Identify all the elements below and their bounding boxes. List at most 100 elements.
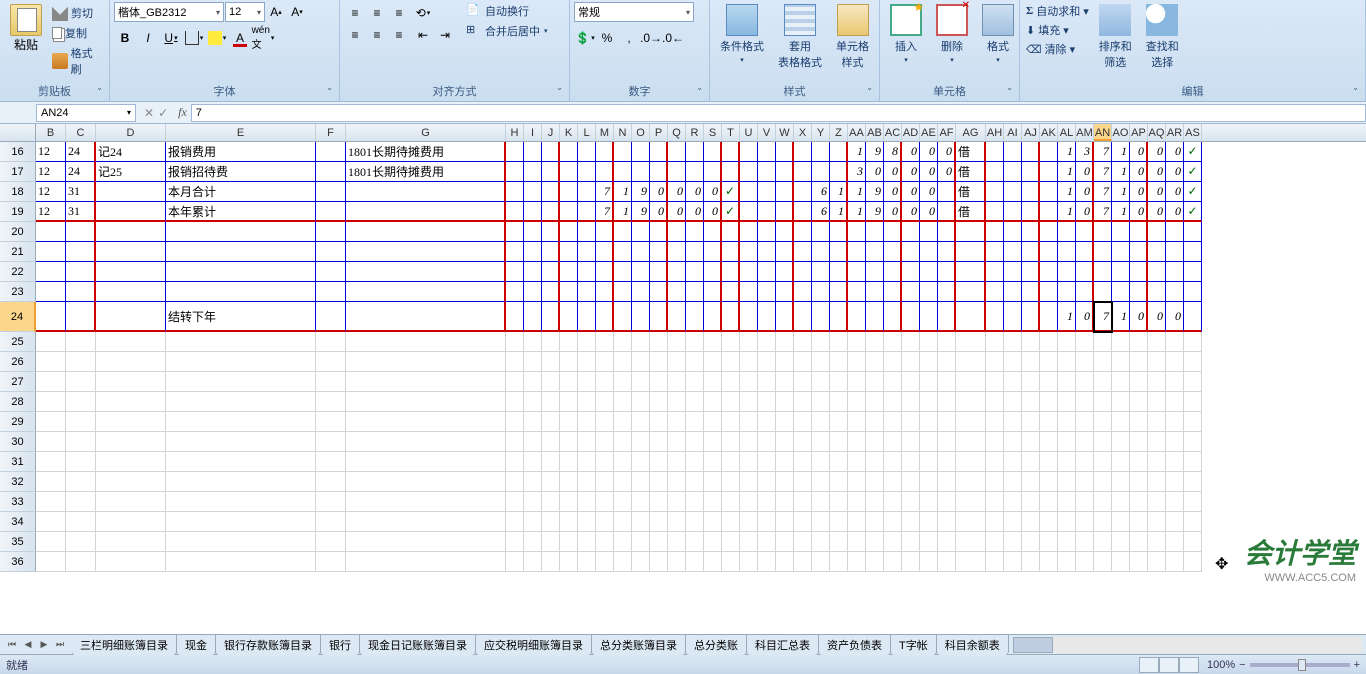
cell-AB28[interactable]: [866, 392, 884, 412]
cell-E21[interactable]: [166, 242, 316, 262]
cell-G35[interactable]: [346, 532, 506, 552]
cell-AP26[interactable]: [1130, 352, 1148, 372]
cell-AC28[interactable]: [884, 392, 902, 412]
cell-AD28[interactable]: [902, 392, 920, 412]
cell-Y21[interactable]: [812, 242, 830, 262]
cell-AQ28[interactable]: [1148, 392, 1166, 412]
cell-AI33[interactable]: [1004, 492, 1022, 512]
cell-M21[interactable]: [596, 242, 614, 262]
cell-AJ32[interactable]: [1022, 472, 1040, 492]
cell-I17[interactable]: [524, 162, 542, 182]
row-header-25[interactable]: 25: [0, 332, 36, 352]
cell-U34[interactable]: [740, 512, 758, 532]
cell-H23[interactable]: [506, 282, 524, 302]
cell-AI31[interactable]: [1004, 452, 1022, 472]
cell-E27[interactable]: [166, 372, 316, 392]
cell-K17[interactable]: [560, 162, 578, 182]
cell-D29[interactable]: [96, 412, 166, 432]
cell-S32[interactable]: [704, 472, 722, 492]
cell-F24[interactable]: [316, 302, 346, 332]
sheet-tab-5[interactable]: 应交税明细账簿目录: [475, 634, 592, 655]
row-header-16[interactable]: 16: [0, 142, 36, 162]
cell-AK17[interactable]: [1040, 162, 1058, 182]
cell-R29[interactable]: [686, 412, 704, 432]
cell-S34[interactable]: [704, 512, 722, 532]
cell-W36[interactable]: [776, 552, 794, 572]
cell-W26[interactable]: [776, 352, 794, 372]
cell-AG21[interactable]: [956, 242, 986, 262]
cell-AH19[interactable]: [986, 202, 1004, 222]
cell-AG16[interactable]: 借: [956, 142, 986, 162]
cell-L26[interactable]: [578, 352, 596, 372]
cell-AH25[interactable]: [986, 332, 1004, 352]
cell-X34[interactable]: [794, 512, 812, 532]
cell-AD29[interactable]: [902, 412, 920, 432]
row-header-20[interactable]: 20: [0, 222, 36, 242]
cell-G28[interactable]: [346, 392, 506, 412]
cell-X30[interactable]: [794, 432, 812, 452]
col-header-AP[interactable]: AP: [1130, 124, 1148, 141]
cell-AM29[interactable]: [1076, 412, 1094, 432]
cell-F19[interactable]: [316, 202, 346, 222]
cell-O20[interactable]: [632, 222, 650, 242]
cell-Q23[interactable]: [668, 282, 686, 302]
cell-AC29[interactable]: [884, 412, 902, 432]
cell-AP16[interactable]: 0: [1130, 142, 1148, 162]
cell-C34[interactable]: [66, 512, 96, 532]
cell-AO31[interactable]: [1112, 452, 1130, 472]
cell-Q19[interactable]: 0: [668, 202, 686, 222]
accept-formula-icon[interactable]: ✓: [158, 106, 168, 120]
cell-E31[interactable]: [166, 452, 316, 472]
cell-C20[interactable]: [66, 222, 96, 242]
cell-F32[interactable]: [316, 472, 346, 492]
cell-AH29[interactable]: [986, 412, 1004, 432]
cell-AR26[interactable]: [1166, 352, 1184, 372]
cell-V25[interactable]: [758, 332, 776, 352]
cell-P31[interactable]: [650, 452, 668, 472]
cell-AO36[interactable]: [1112, 552, 1130, 572]
cell-X20[interactable]: [794, 222, 812, 242]
col-header-AH[interactable]: AH: [986, 124, 1004, 141]
cell-L16[interactable]: [578, 142, 596, 162]
cell-AR24[interactable]: 0: [1166, 302, 1184, 332]
cell-AK32[interactable]: [1040, 472, 1058, 492]
cell-F20[interactable]: [316, 222, 346, 242]
cell-L31[interactable]: [578, 452, 596, 472]
cell-Q21[interactable]: [668, 242, 686, 262]
cell-AP28[interactable]: [1130, 392, 1148, 412]
cell-AD25[interactable]: [902, 332, 920, 352]
cell-AG28[interactable]: [956, 392, 986, 412]
cell-P27[interactable]: [650, 372, 668, 392]
cell-X19[interactable]: [794, 202, 812, 222]
decrease-decimal-button[interactable]: .0←: [662, 27, 684, 49]
cell-AN16[interactable]: 7: [1094, 142, 1112, 162]
cell-X25[interactable]: [794, 332, 812, 352]
cell-AQ19[interactable]: 0: [1148, 202, 1166, 222]
cell-M29[interactable]: [596, 412, 614, 432]
cell-Q20[interactable]: [668, 222, 686, 242]
cell-AA16[interactable]: 1: [848, 142, 866, 162]
cell-R25[interactable]: [686, 332, 704, 352]
cell-N25[interactable]: [614, 332, 632, 352]
cell-U21[interactable]: [740, 242, 758, 262]
cell-AM36[interactable]: [1076, 552, 1094, 572]
cut-button[interactable]: 剪切: [50, 4, 105, 22]
cell-N34[interactable]: [614, 512, 632, 532]
cell-AE29[interactable]: [920, 412, 938, 432]
cell-AL16[interactable]: 1: [1058, 142, 1076, 162]
cell-R32[interactable]: [686, 472, 704, 492]
formula-input[interactable]: 7: [191, 104, 1366, 122]
cell-X31[interactable]: [794, 452, 812, 472]
cell-G25[interactable]: [346, 332, 506, 352]
cell-F35[interactable]: [316, 532, 346, 552]
col-header-K[interactable]: K: [560, 124, 578, 141]
clear-button[interactable]: ⌫清除 ▾: [1024, 40, 1091, 58]
col-header-T[interactable]: T: [722, 124, 740, 141]
cell-AF34[interactable]: [938, 512, 956, 532]
align-right-button[interactable]: ≡: [388, 24, 410, 46]
cell-G16[interactable]: 1801长期待摊费用: [346, 142, 506, 162]
cell-Z30[interactable]: [830, 432, 848, 452]
cell-J23[interactable]: [542, 282, 560, 302]
cell-AP35[interactable]: [1130, 532, 1148, 552]
cell-AO21[interactable]: [1112, 242, 1130, 262]
